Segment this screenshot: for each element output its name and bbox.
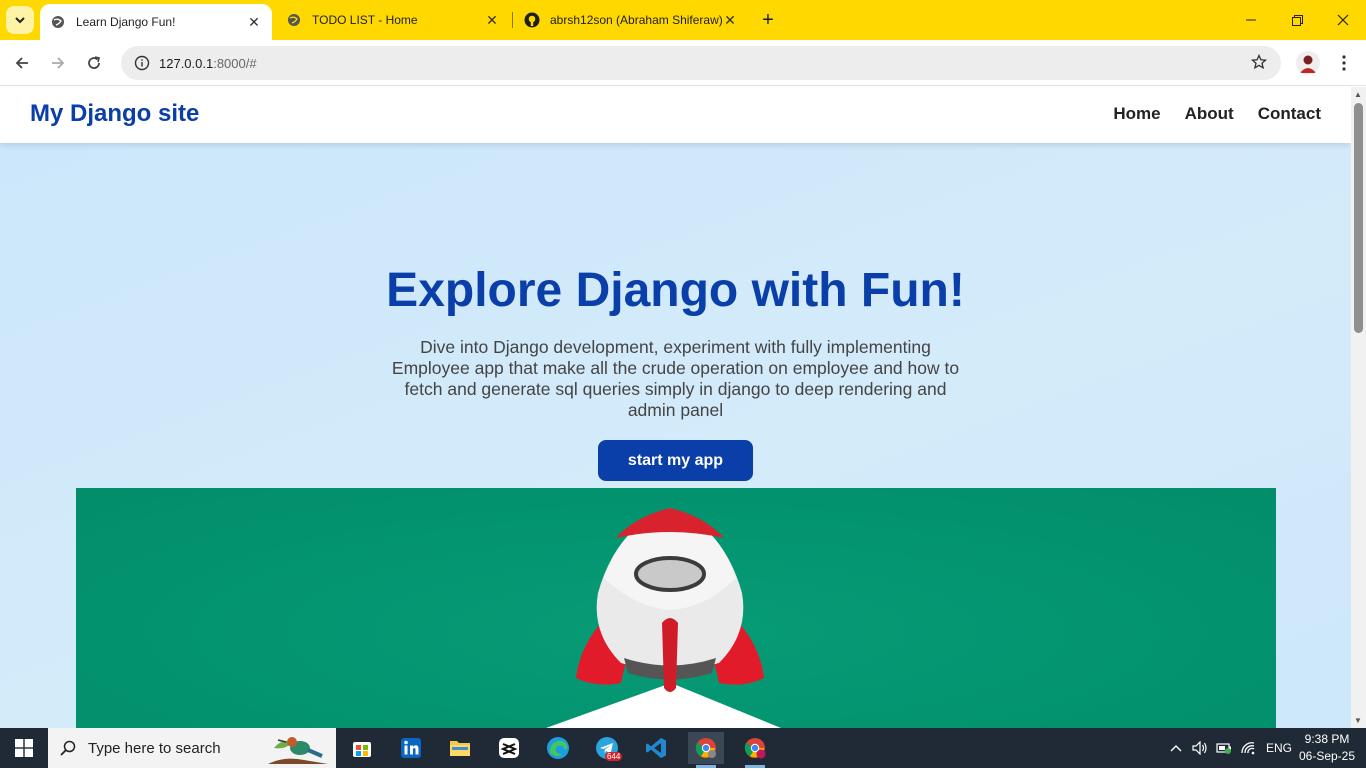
browser-tab-strip: Learn Django Fun! ✕ TODO LIST - Home ✕ a… <box>0 0 1366 40</box>
site-brand[interactable]: My Django site <box>30 100 199 128</box>
hero-section: Explore Django with Fun! Dive into Djang… <box>0 143 1351 728</box>
vscode-icon[interactable] <box>638 732 674 764</box>
language-indicator[interactable]: ENG <box>1266 741 1292 755</box>
linkedin-icon[interactable] <box>393 732 429 764</box>
tab-github[interactable]: abrsh12son (Abraham Shiferaw) ✕ <box>514 0 748 40</box>
site-info-icon[interactable] <box>125 55 159 71</box>
github-icon <box>524 12 540 28</box>
restore-button[interactable] <box>1274 0 1320 40</box>
more-vert-icon <box>1342 55 1346 71</box>
file-explorer-icon[interactable] <box>442 732 478 764</box>
microsoft-store-icon[interactable] <box>344 732 380 764</box>
clock-time: 9:38 PM <box>1304 732 1350 746</box>
bookmark-star-icon[interactable] <box>1250 53 1268 75</box>
arrow-right-icon <box>52 57 65 69</box>
hero-description: Dive into Django development, experiment… <box>391 337 960 420</box>
forward-button[interactable] <box>44 49 72 77</box>
scroll-up-arrow-icon[interactable]: ▲ <box>1354 90 1362 99</box>
restore-icon <box>1291 14 1303 26</box>
telegram-badge: 644 <box>605 752 623 761</box>
arrow-left-icon <box>15 57 28 69</box>
taskbar-search-box[interactable]: Type here to search <box>48 728 336 768</box>
url-text[interactable]: 127.0.0.1:8000/# <box>159 56 257 71</box>
search-icon <box>48 739 88 757</box>
nav-link-contact[interactable]: Contact <box>1258 104 1321 124</box>
url-path: :8000/# <box>213 55 257 71</box>
tab-learn-django[interactable]: Learn Django Fun! ✕ <box>40 4 272 40</box>
avatar-icon <box>1296 51 1320 75</box>
chrome-profile-1-icon[interactable] <box>688 732 724 768</box>
reload-icon <box>88 56 100 69</box>
close-icon <box>1337 14 1349 26</box>
hero-image <box>76 488 1276 728</box>
minimize-icon <box>1246 19 1256 21</box>
close-tab-icon[interactable]: ✕ <box>484 12 500 28</box>
site-nav-links: Home About Contact <box>1113 104 1321 124</box>
url-host: 127.0.0.1 <box>159 55 214 71</box>
tab-title: TODO LIST - Home <box>312 13 418 27</box>
scrollbar-thumb[interactable] <box>1354 103 1363 333</box>
profile-avatar[interactable] <box>1296 51 1320 75</box>
tab-search-button[interactable] <box>6 6 34 34</box>
minimize-button[interactable] <box>1228 0 1274 40</box>
globe-icon <box>50 14 66 30</box>
new-tab-button[interactable]: + <box>756 8 780 32</box>
back-button[interactable] <box>8 49 36 77</box>
volume-icon[interactable] <box>1188 741 1212 755</box>
battery-icon[interactable] <box>1212 742 1236 754</box>
telegram-icon[interactable]: 644 <box>589 732 625 764</box>
tab-title: abrsh12son (Abraham Shiferaw) <box>550 13 722 27</box>
search-placeholder: Type here to search <box>88 739 221 757</box>
system-tray: ENG <box>1168 728 1292 768</box>
edge-icon[interactable] <box>540 732 576 764</box>
windows-logo-icon <box>15 739 33 757</box>
tab-separator <box>512 12 513 28</box>
capcut-icon[interactable] <box>491 732 527 764</box>
taskbar-clock[interactable]: 9:38 PM 06-Sep-25 <box>1296 731 1358 765</box>
close-tab-icon[interactable]: ✕ <box>722 12 738 28</box>
globe-icon <box>286 12 302 28</box>
nav-link-home[interactable]: Home <box>1113 104 1160 124</box>
search-highlight-bird-icon <box>264 730 332 771</box>
scroll-down-arrow-icon[interactable]: ▼ <box>1354 716 1362 725</box>
windows-taskbar: Type here to search 644 ENG 9:38 PM 06-S… <box>0 728 1366 768</box>
tab-todo-list[interactable]: TODO LIST - Home ✕ <box>276 0 510 40</box>
page-scrollbar[interactable]: ▲ ▼ <box>1351 87 1366 728</box>
site-navbar: My Django site Home About Contact <box>0 87 1351 143</box>
start-app-button[interactable]: start my app <box>598 440 753 481</box>
clock-date: 06-Sep-25 <box>1298 749 1356 763</box>
chevron-up-icon[interactable] <box>1168 744 1184 752</box>
start-button[interactable] <box>0 728 48 768</box>
chevron-down-icon <box>15 17 25 24</box>
reload-button[interactable] <box>80 49 108 77</box>
address-bar[interactable]: 127.0.0.1:8000/# <box>121 46 1281 80</box>
tab-title: Learn Django Fun! <box>76 15 176 29</box>
browser-menu-button[interactable] <box>1332 51 1356 75</box>
hero-title: Explore Django with Fun! <box>386 264 965 317</box>
close-tab-icon[interactable]: ✕ <box>246 14 262 30</box>
page-viewport: My Django site Home About Contact Explor… <box>0 87 1351 728</box>
browser-toolbar: 127.0.0.1:8000/# <box>0 40 1366 86</box>
wifi-icon[interactable] <box>1236 741 1260 755</box>
nav-link-about[interactable]: About <box>1185 104 1234 124</box>
close-window-button[interactable] <box>1320 0 1366 40</box>
rocket-illustration <box>546 508 781 728</box>
chrome-profile-2-icon[interactable] <box>737 732 773 768</box>
